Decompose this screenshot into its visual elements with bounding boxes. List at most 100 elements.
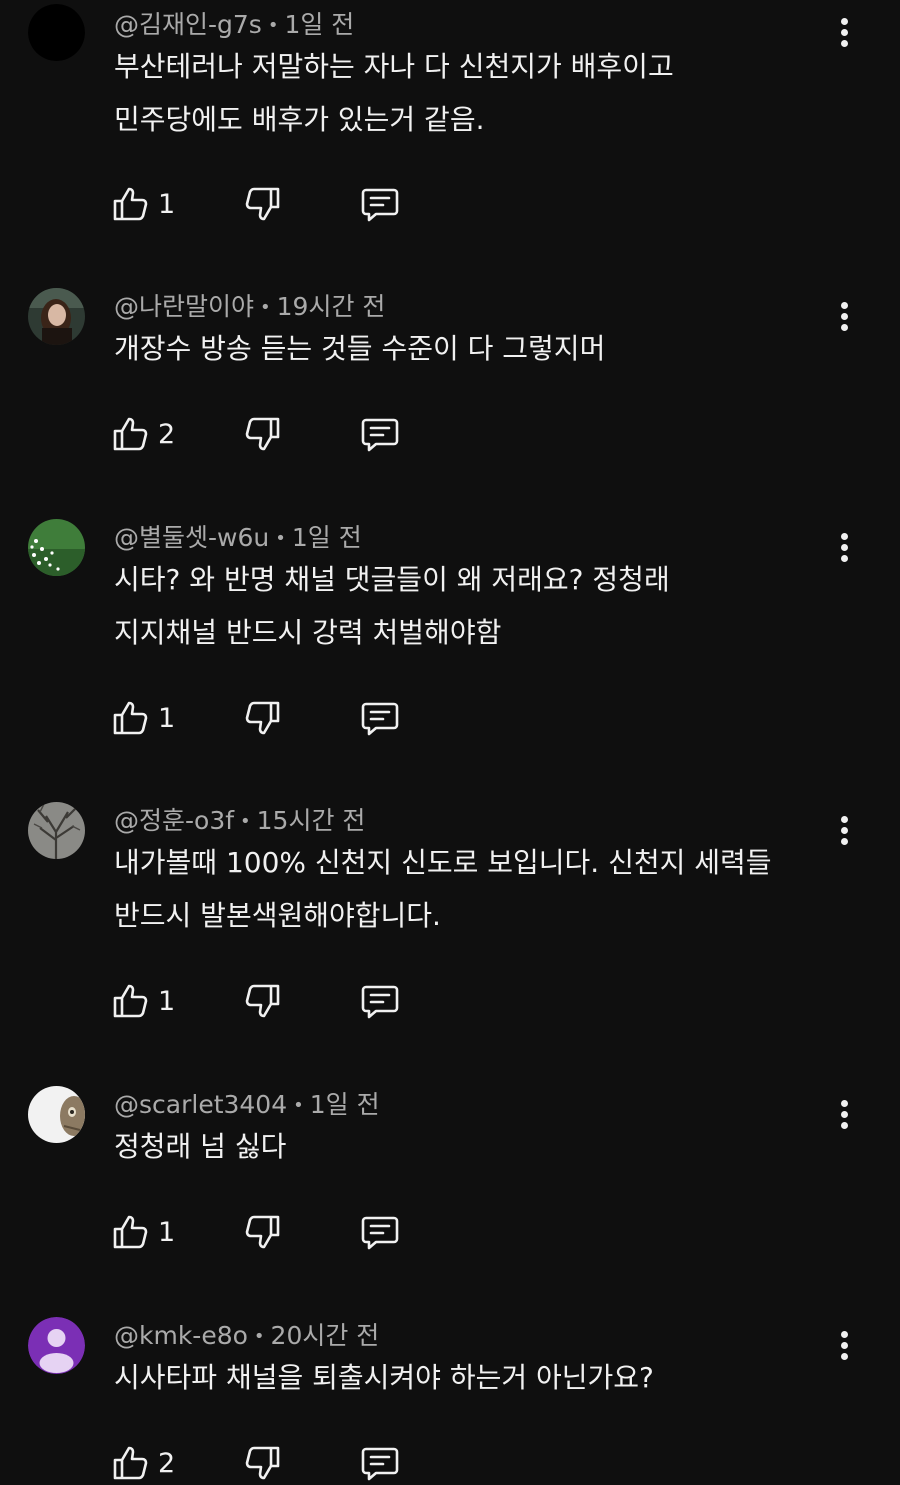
comment-text-line: 시사타파 채널을 퇴출시켜야 하는거 아닌가요? (114, 1361, 654, 1394)
reply-button[interactable] (360, 182, 400, 226)
reply-button[interactable] (360, 412, 400, 456)
comment-time[interactable]: 1일 전 (310, 1090, 380, 1119)
comment-time[interactable]: 1일 전 (284, 10, 354, 39)
thumbs-up-icon (113, 984, 148, 1018)
thumbs-down-icon (245, 1446, 280, 1480)
like-button[interactable]: 1 (110, 696, 175, 740)
comment-header: @별둘셋-w6u • 1일 전 (114, 521, 362, 555)
comment-text: 시타? 와 반명 채널 댓글들이 왜 저래요? 정청래 지지채널 반드시 강력 … (114, 553, 834, 659)
separator-dot: • (267, 15, 279, 36)
comment-header: @정훈-o3f • 15시간 전 (114, 804, 365, 838)
reply-comment-icon (361, 702, 399, 736)
dislike-button[interactable] (243, 182, 283, 226)
thumbs-down-icon (245, 417, 280, 451)
comment-header: @김재인-g7s • 1일 전 (114, 8, 354, 42)
comment-text-line: 민주당에도 배후가 있는거 같음. (114, 103, 485, 136)
more-options-button[interactable] (826, 10, 862, 54)
dislike-button[interactable] (243, 1441, 283, 1485)
comment-time[interactable]: 19시간 전 (277, 292, 386, 321)
reply-comment-icon (361, 1216, 399, 1250)
comment-header: @scarlet3404 • 1일 전 (114, 1088, 380, 1122)
thumbs-up-icon (113, 187, 148, 221)
comment-author[interactable]: @kmk-e8o (114, 1321, 248, 1350)
reply-button[interactable] (360, 1210, 400, 1254)
more-vertical-icon (840, 1099, 848, 1107)
dislike-button[interactable] (243, 412, 283, 456)
reply-button[interactable] (360, 696, 400, 740)
reply-button[interactable] (360, 979, 400, 1023)
like-count: 1 (158, 702, 176, 734)
more-options-button[interactable] (826, 525, 862, 569)
more-vertical-icon (840, 532, 848, 540)
thumbs-up-icon (113, 701, 148, 735)
comment-text-line: 부산테러나 저말하는 자나 다 신천지가 배후이고 (114, 50, 674, 83)
comment-author[interactable]: @별둘셋-w6u (114, 523, 269, 552)
comment-header: @나란말이야 • 19시간 전 (114, 290, 385, 324)
thumbs-down-icon (245, 1215, 280, 1249)
comment-text-line: 시타? 와 반명 채널 댓글들이 왜 저래요? 정청래 (114, 563, 670, 596)
more-options-button[interactable] (826, 808, 862, 852)
dislike-button[interactable] (243, 979, 283, 1023)
comment-time[interactable]: 20시간 전 (271, 1321, 380, 1350)
comment-actions: 2 (110, 412, 430, 456)
separator-dot: • (293, 1095, 304, 1116)
avatar[interactable] (28, 519, 85, 576)
like-button[interactable]: 2 (110, 1441, 175, 1485)
comment-author[interactable]: @김재인-g7s (114, 10, 262, 39)
more-options-button[interactable] (826, 1092, 862, 1136)
reply-comment-icon (361, 1447, 399, 1481)
separator-dot: • (240, 811, 251, 832)
avatar[interactable] (28, 1086, 85, 1143)
comment-author[interactable]: @정훈-o3f (114, 806, 234, 835)
comment-header: @kmk-e8o • 20시간 전 (114, 1319, 379, 1353)
comment-time[interactable]: 15시간 전 (257, 806, 366, 835)
more-vertical-icon (840, 301, 848, 309)
avatar[interactable] (28, 1317, 85, 1374)
reply-comment-icon (361, 418, 399, 452)
like-count: 1 (158, 188, 176, 220)
thumbs-up-icon (113, 1446, 148, 1480)
comment-actions: 1 (110, 182, 430, 226)
comment-time[interactable]: 1일 전 (292, 523, 362, 552)
comment-text: 시사타파 채널을 퇴출시켜야 하는거 아닌가요? (114, 1351, 834, 1404)
avatar[interactable] (28, 288, 85, 345)
comment-text-line: 개장수 방송 듣는 것들 수준이 다 그렇지머 (114, 332, 606, 365)
comment-actions: 2 (110, 1441, 430, 1485)
separator-dot: • (275, 528, 286, 549)
separator-dot: • (260, 297, 271, 318)
like-count: 1 (158, 1216, 176, 1248)
more-options-button[interactable] (826, 294, 862, 338)
comment-author[interactable]: @나란말이야 (114, 292, 254, 321)
comment-actions: 1 (110, 979, 430, 1023)
thumbs-up-icon (113, 1215, 148, 1249)
separator-dot: • (253, 1326, 265, 1347)
more-options-button[interactable] (826, 1323, 862, 1367)
reply-comment-icon (361, 985, 399, 1019)
dislike-button[interactable] (243, 696, 283, 740)
thumbs-down-icon (245, 984, 280, 1018)
like-button[interactable]: 1 (110, 979, 175, 1023)
like-button[interactable]: 1 (110, 182, 175, 226)
more-vertical-icon (840, 17, 848, 25)
avatar[interactable] (28, 4, 85, 61)
dislike-button[interactable] (243, 1210, 283, 1254)
reply-button[interactable] (360, 1441, 400, 1485)
thumbs-up-icon (113, 417, 148, 451)
comment-text-line: 내가볼때 100% 신천지 신도로 보입니다. 신천지 세력들 (114, 846, 772, 879)
comment-text-line: 지지채널 반드시 강력 처벌해야함 (114, 616, 502, 649)
comment-text-line: 정청래 넘 싫다 (114, 1130, 287, 1163)
more-vertical-icon (840, 1330, 848, 1338)
like-count: 1 (158, 985, 176, 1017)
like-button[interactable]: 1 (110, 1210, 175, 1254)
thumbs-down-icon (245, 701, 280, 735)
comment-text: 부산테러나 저말하는 자나 다 신천지가 배후이고 민주당에도 배후가 있는거 … (114, 40, 834, 146)
like-button[interactable]: 2 (110, 412, 175, 456)
thumbs-down-icon (245, 187, 280, 221)
comment-author[interactable]: @scarlet3404 (114, 1090, 287, 1119)
avatar[interactable] (28, 802, 85, 859)
comment-actions: 1 (110, 1210, 430, 1254)
more-vertical-icon (840, 815, 848, 823)
like-count: 2 (158, 418, 176, 450)
comment-text-line: 반드시 발본색원해야합니다. (114, 899, 441, 932)
comment-text: 내가볼때 100% 신천지 신도로 보입니다. 신천지 세력들 반드시 발본색원… (114, 836, 834, 942)
